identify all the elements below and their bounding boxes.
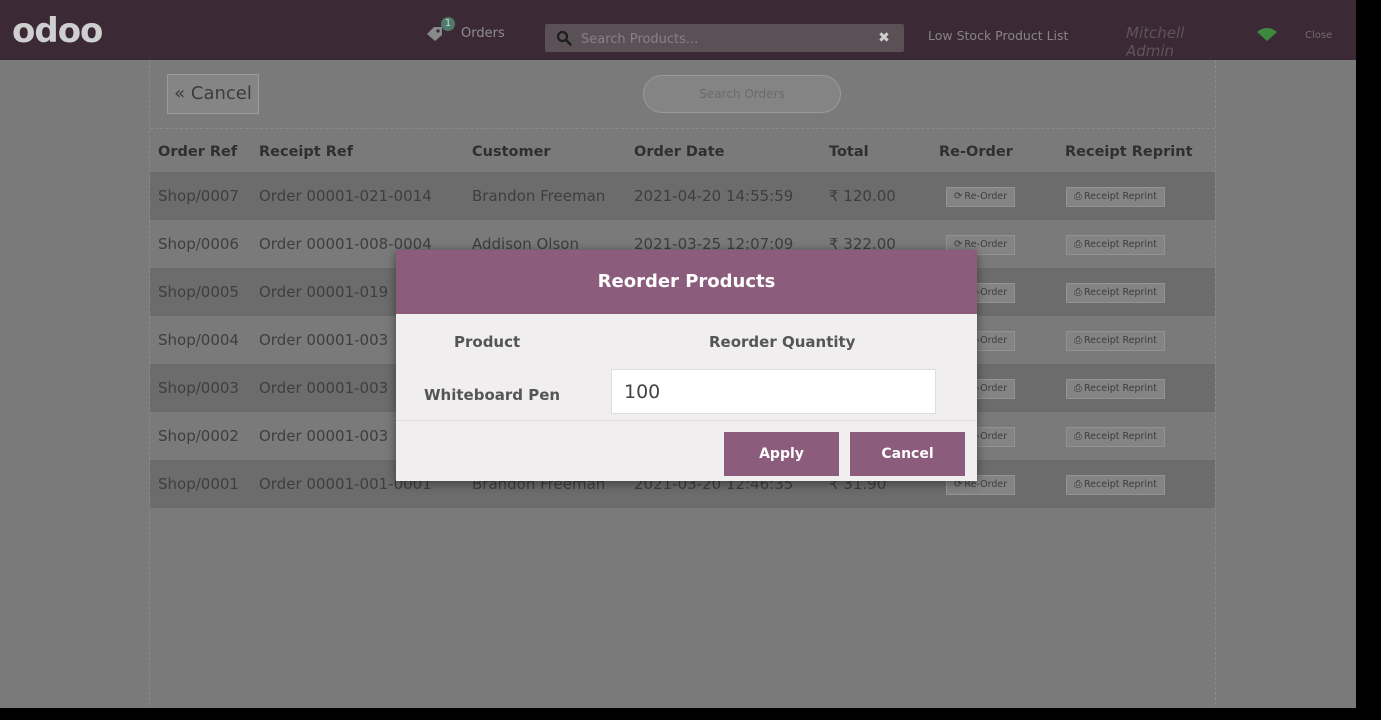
product-column-header: Product <box>454 333 521 351</box>
table-header-row: Order Ref Receipt Ref Customer Order Dat… <box>150 132 1215 172</box>
print-icon: ⎙ <box>1074 479 1082 490</box>
dialog-footer: Apply Cancel <box>396 420 977 481</box>
receipt-reprint-cell: ⎙ Receipt Reprint <box>1065 316 1215 364</box>
order-ref-cell: Shop/0001 <box>158 475 239 493</box>
top-bar: odoo 1 Orders ✖ Low Stock Product List M… <box>0 0 1356 60</box>
refresh-icon: ⟳ <box>954 191 963 202</box>
order-ref-cell: Shop/0007 <box>158 187 239 205</box>
column-header: Customer <box>472 144 551 160</box>
search-products-input[interactable] <box>579 27 863 51</box>
receipt-reprint-button-label: Receipt Reprint <box>1084 191 1157 202</box>
receipt-reprint-button-label: Receipt Reprint <box>1084 431 1157 442</box>
reorder-button-label: Re-Order <box>964 191 1008 202</box>
cancel-button[interactable]: Cancel <box>850 432 965 476</box>
order-receipt-cell: Order 00001-021-0014 <box>259 187 432 205</box>
receipt-reprint-cell: ⎙ Receipt Reprint <box>1065 460 1215 508</box>
clear-search-icon[interactable]: ✖ <box>875 29 893 47</box>
cancel-back-button[interactable]: « Cancel <box>167 74 259 114</box>
receipt-reprint-button[interactable]: ⎙ Receipt Reprint <box>1066 283 1165 303</box>
column-header: Order Ref <box>158 144 238 160</box>
receipt-reprint-cell: ⎙ Receipt Reprint <box>1065 268 1215 316</box>
close-button[interactable]: Close <box>1305 30 1332 41</box>
receipt-reprint-button[interactable]: ⎙ Receipt Reprint <box>1066 331 1165 351</box>
order-ref-cell: Shop/0006 <box>158 235 239 253</box>
receipt-reprint-cell: ⎙ Receipt Reprint <box>1065 220 1215 268</box>
divider <box>150 128 1215 129</box>
reorder-button[interactable]: ⟳Re-Order <box>946 187 1016 207</box>
dialog-title: Reorder Products <box>396 250 977 314</box>
column-header: Re-Order <box>939 144 1013 160</box>
print-icon: ⎙ <box>1074 335 1082 346</box>
print-icon: ⎙ <box>1074 383 1082 394</box>
receipt-reprint-button[interactable]: ⎙ Receipt Reprint <box>1066 427 1165 447</box>
print-icon: ⎙ <box>1074 431 1082 442</box>
order-customer-cell: Brandon Freeman <box>472 187 606 205</box>
receipt-reprint-button[interactable]: ⎙ Receipt Reprint <box>1066 475 1165 495</box>
product-search-bar: ✖ <box>545 24 904 52</box>
apply-button[interactable]: Apply <box>724 432 839 476</box>
reorder-quantity-input[interactable] <box>611 369 936 414</box>
print-icon: ⎙ <box>1074 239 1082 250</box>
orders-count-badge: 1 <box>441 17 455 31</box>
refresh-icon: ⟳ <box>954 239 963 250</box>
column-header: Receipt Reprint <box>1065 144 1193 160</box>
receipt-reprint-button-label: Receipt Reprint <box>1084 335 1157 346</box>
orders-label: Orders <box>461 26 505 41</box>
receipt-reprint-cell: ⎙ Receipt Reprint <box>1065 412 1215 460</box>
reorder-cell: ⟳Re-Order <box>939 172 1065 220</box>
wifi-icon <box>1257 28 1277 41</box>
column-header: Order Date <box>634 144 725 160</box>
pos-app: odoo 1 Orders ✖ Low Stock Product List M… <box>0 0 1356 708</box>
print-icon: ⎙ <box>1074 191 1082 202</box>
low-stock-product-list-link[interactable]: Low Stock Product List <box>928 28 1068 43</box>
order-total-cell: ₹ 120.00 <box>829 187 896 205</box>
receipt-reprint-button-label: Receipt Reprint <box>1084 383 1157 394</box>
receipt-reprint-button[interactable]: ⎙ Receipt Reprint <box>1066 379 1165 399</box>
order-ref-cell: Shop/0004 <box>158 331 239 349</box>
order-ref-cell: Shop/0005 <box>158 283 239 301</box>
cashier-name[interactable]: Mitchell Admin <box>1126 24 1212 60</box>
odoo-logo: odoo <box>12 11 103 51</box>
column-header: Receipt Ref <box>259 144 354 160</box>
search-orders-input[interactable]: Search Orders <box>643 75 841 113</box>
receipt-reprint-cell: ⎙ Receipt Reprint <box>1065 172 1215 220</box>
reorder-button-label: Re-Order <box>964 239 1008 250</box>
reorder-quantity-column-header: Reorder Quantity <box>709 333 856 351</box>
receipt-reprint-cell: ⎙ Receipt Reprint <box>1065 364 1215 412</box>
receipt-reprint-button-label: Receipt Reprint <box>1084 239 1157 250</box>
order-ref-cell: Shop/0002 <box>158 427 239 445</box>
table-row[interactable]: Shop/0007 Order 00001-021-0014 Brandon Fre… <box>150 172 1215 220</box>
reorder-products-dialog: Reorder Products Product Reorder Quantit… <box>396 250 977 481</box>
column-header: Total <box>829 144 869 160</box>
receipt-reprint-button-label: Receipt Reprint <box>1084 479 1157 490</box>
receipt-reprint-button-label: Receipt Reprint <box>1084 287 1157 298</box>
print-icon: ⎙ <box>1074 287 1082 298</box>
order-date-cell: 2021-04-20 14:55:59 <box>634 187 794 205</box>
order-ref-cell: Shop/0003 <box>158 379 239 397</box>
product-name: Whiteboard Pen <box>424 386 561 404</box>
receipt-reprint-button[interactable]: ⎙ Receipt Reprint <box>1066 187 1165 207</box>
receipt-reprint-button[interactable]: ⎙ Receipt Reprint <box>1066 235 1165 255</box>
search-icon <box>556 30 572 46</box>
